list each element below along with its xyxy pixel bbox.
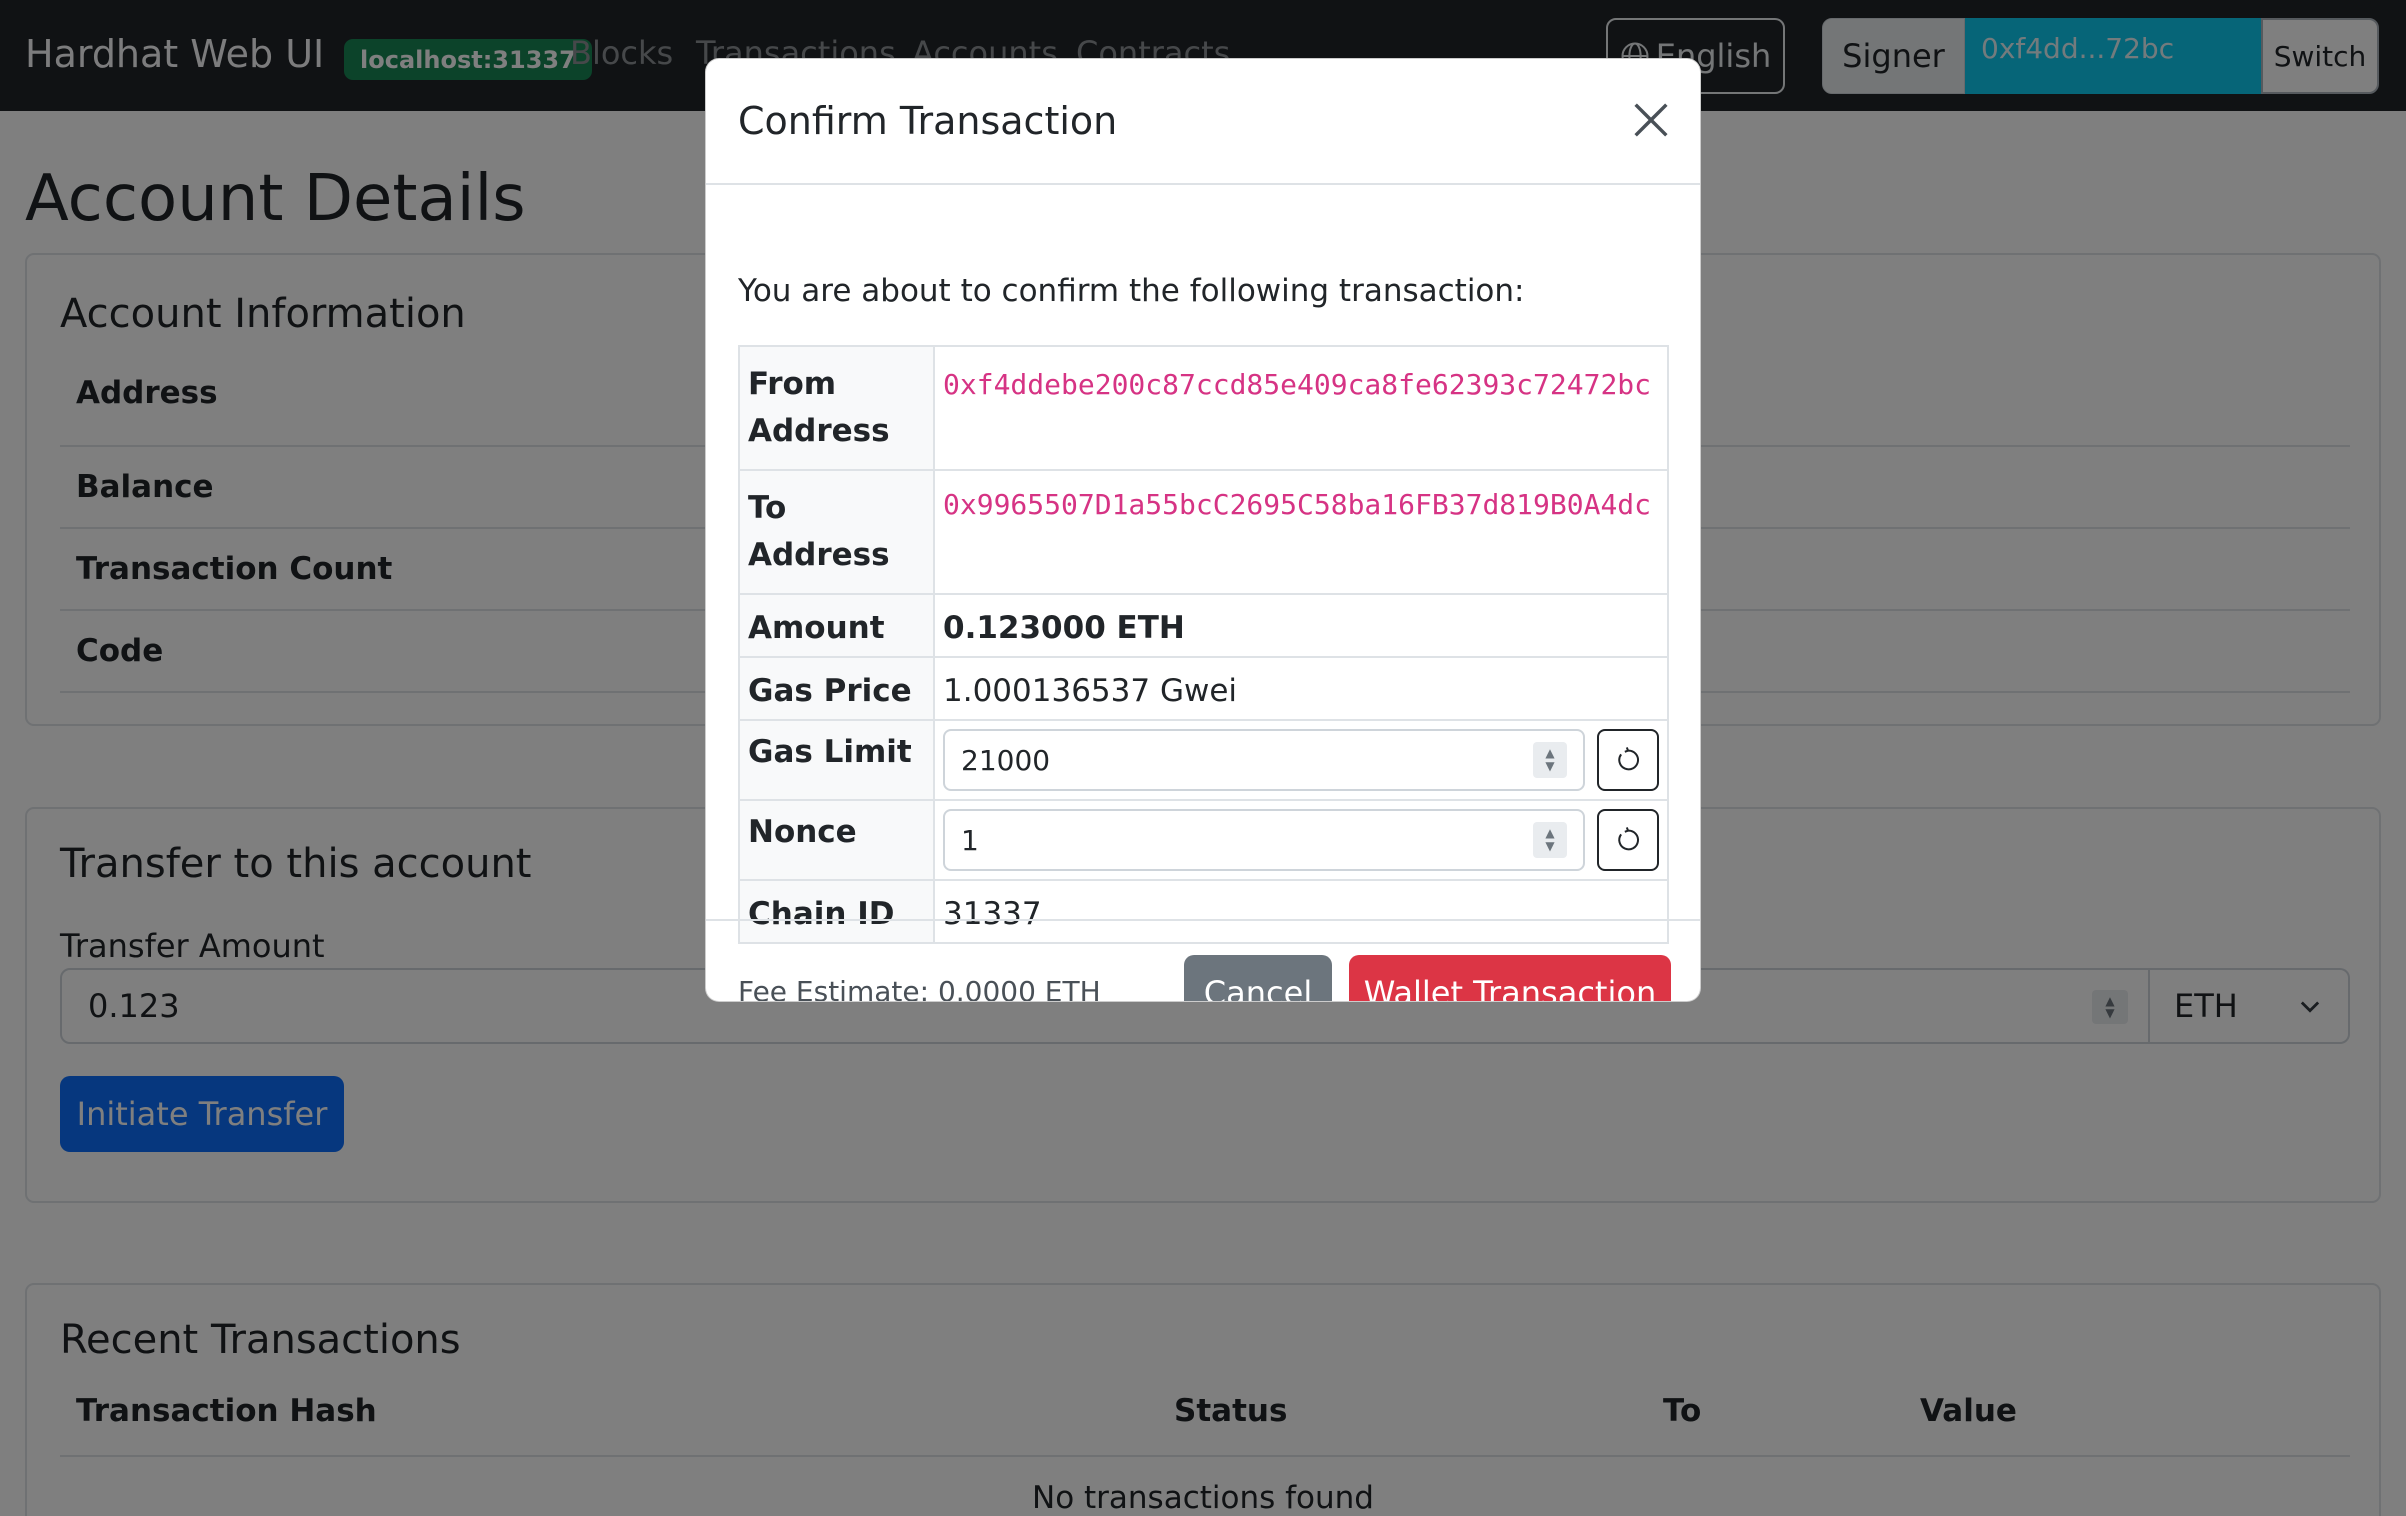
gas-limit-value: 21000 [961,743,1051,777]
value-amount: 0.123000 ETH [933,593,1669,658]
label-from-address: From Address [738,345,935,471]
value-to-address: 0x9965507D1a55bcC2695C58ba16FB37d819B0A4… [943,488,1652,521]
row-gas-limit: Gas Limit 21000 ▲ ▼ [738,719,1669,801]
modal-header: Confirm Transaction [706,59,1700,185]
cancel-button[interactable]: Cancel [1184,955,1332,1001]
label-gas-price: Gas Price [738,656,935,721]
modal-intro-text: You are about to confirm the following t… [738,273,1525,309]
modal-footer: Fee Estimate: 0.0000 ETH Cancel Wallet T… [706,919,1700,1002]
gas-limit-input[interactable]: 21000 ▲ ▼ [943,729,1585,791]
reset-icon [1618,747,1640,771]
row-to-address: To Address 0x9965507D1a55bcC2695C58ba16F… [738,469,1669,595]
label-gas-limit: Gas Limit [738,719,935,801]
reset-icon [1618,827,1640,851]
nonce-reset-button[interactable] [1597,809,1659,871]
wallet-transaction-button[interactable]: Wallet Transaction [1349,955,1671,1001]
label-amount: Amount [738,593,935,658]
row-gas-price: Gas Price 1.000136537 Gwei [738,656,1669,721]
value-gas-price: 1.000136537 Gwei [933,656,1669,721]
nonce-value: 1 [961,823,979,857]
close-icon[interactable] [1628,97,1674,143]
label-nonce: Nonce [738,799,935,881]
gas-limit-reset-button[interactable] [1597,729,1659,791]
row-amount: Amount 0.123000 ETH [738,593,1669,658]
modal-title: Confirm Transaction [738,99,1118,143]
label-to-address: To Address [738,469,935,595]
value-from-address: 0xf4ddebe200c87ccd85e409ca8fe62393c72472… [943,368,1652,401]
nonce-stepper[interactable]: ▲ ▼ [1533,822,1567,858]
gas-limit-stepper[interactable]: ▲ ▼ [1533,742,1567,778]
row-nonce: Nonce 1 ▲ ▼ [738,799,1669,881]
fee-estimate: Fee Estimate: 0.0000 ETH [738,975,1101,1002]
nonce-input[interactable]: 1 ▲ ▼ [943,809,1585,871]
modal-body: You are about to confirm the following t… [706,185,1700,944]
row-from-address: From Address 0xf4ddebe200c87ccd85e409ca8… [738,345,1669,471]
transaction-details-table: From Address 0xf4ddebe200c87ccd85e409ca8… [738,345,1669,944]
confirm-transaction-modal: Confirm Transaction You are about to con… [705,58,1701,1002]
